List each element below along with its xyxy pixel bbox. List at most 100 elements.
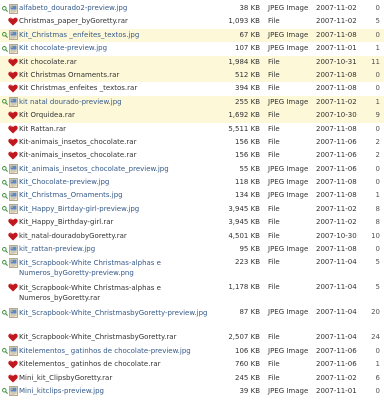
file-row[interactable]: Kit chocolate-preview.jpg 107 KB JPEG Imag… [0, 42, 384, 55]
file-date: 2007-11-02 [316, 97, 357, 106]
file-name-link[interactable]: kit_rattan-preview.jpg [19, 243, 209, 256]
file-row[interactable]: Kitelementos_ gatinhos de chocolate-prev… [0, 345, 384, 358]
file-type: JPEG Image [268, 245, 309, 254]
file-name-link[interactable]: Kit Christmas_enfeites _textos.rar [19, 82, 209, 95]
file-name-link[interactable]: Mini_kit_ClipsbyGoretty.rar [19, 372, 209, 385]
file-row[interactable]: Kit_Scrapbook-White_ChristmasbyGoretty-p… [0, 306, 384, 331]
file-name-link[interactable]: Kit chocolate.rar [19, 56, 209, 69]
file-row[interactable]: Kitelementos_ gatinhos de chocolate.rar 7… [0, 358, 384, 371]
preview-magnifier-icon [2, 166, 8, 173]
download-count: 0 [375, 84, 380, 93]
file-row[interactable]: Kit_Christmas _enfeites_textos.jpg 67 KB J… [0, 28, 384, 43]
file-type: JPEG Image [268, 30, 309, 39]
file-date: 2007-11-08 [316, 124, 357, 133]
download-count: 0 [375, 30, 380, 39]
file-name-link[interactable]: Kitelementos_ gatinhos de chocolate.rar [19, 358, 209, 371]
file-row[interactable]: Kit_Christmas_Ornaments.jpg 134 KB JPEG Im… [0, 189, 384, 202]
file-row[interactable]: Kit-animais_insetos_chocolate.rar 156 KB F… [0, 136, 384, 149]
file-size: 1,692 KB [228, 111, 260, 120]
file-date: 2007-11-06 [316, 360, 357, 369]
file-row[interactable]: Mini_kit_ClipsbyGoretty.rar 245 KB File 200… [0, 372, 384, 385]
file-size: 1,984 KB [228, 57, 260, 66]
file-row[interactable]: Kit-animais_insetos_chocolate.rar 156 KB F… [0, 149, 384, 162]
file-row[interactable]: alfabeto_dourado2-preview.jpg 38 KB JPEG I… [0, 2, 384, 15]
file-size: 2,507 KB [228, 333, 260, 342]
file-row[interactable]: Kit Christmas_enfeites _textos.rar 394 KB… [0, 82, 384, 95]
preview-magnifier-icon [2, 5, 8, 12]
file-name-link[interactable]: Kit chocolate-preview.jpg [19, 42, 209, 55]
file-type: File [268, 333, 280, 342]
download-count: 1 [375, 191, 380, 200]
file-name-link[interactable]: Kitelementos_ gatinhos de chocolate-prev… [19, 345, 209, 358]
rar-heart-icon [2, 331, 18, 344]
file-size: 39 KB [239, 386, 260, 395]
file-row[interactable]: Kit Christmas Ornaments.rar 512 KB File 200… [0, 68, 384, 83]
file-name-link[interactable]: Kit_animais_insetos_chocolate_preview.jp… [19, 163, 209, 176]
file-name-link[interactable]: Kit Christmas Ornaments.rar [19, 69, 209, 82]
file-row[interactable]: Kit_Scrapbook-White_ChristmasbyGoretty.r… [0, 331, 384, 344]
file-name-link[interactable]: Mini_kitclips-preview.jpg [19, 385, 209, 398]
file-row[interactable]: Mini_kitclips-preview.jpg 39 KB JPEG Image… [0, 385, 384, 398]
file-type: File [268, 360, 280, 369]
file-row[interactable]: kit_rattan-preview.jpg 95 KB JPEG Image 200… [0, 243, 384, 256]
file-row[interactable]: Kit_Scrapbook-White Christmas-alphas e N… [0, 281, 384, 306]
file-type: JPEG Image [268, 4, 309, 12]
file-name-link[interactable]: Kit_Scrapbook-White Christmas-alphas e N… [19, 283, 227, 303]
file-name-link[interactable]: kit_natal-douradobyGoretty.rar [19, 230, 209, 243]
file-size: 5,511 KB [228, 124, 260, 133]
download-count: 11 [371, 57, 380, 66]
jpeg-image-icon [2, 203, 18, 216]
preview-magnifier-icon [2, 99, 8, 106]
file-name-link[interactable]: Kit_Scrapbook-White Christmas-alphas e N… [19, 258, 227, 278]
rar-heart-icon [2, 109, 18, 122]
file-row[interactable]: Kit chocolate.rar 1,984 KB File 2007-10-31 1… [0, 55, 384, 69]
jpeg-image-icon [2, 15, 18, 28]
file-name-link[interactable]: Kit_Chocolate-preview.jpg [19, 176, 209, 189]
rar-heart-icon [2, 216, 18, 229]
download-count: 5 [375, 283, 380, 292]
file-name-link[interactable]: Kit_Happy_Birtday-girl-preview.jpg [19, 203, 209, 216]
rar-heart-icon [2, 82, 18, 95]
file-size: 255 KB [235, 97, 260, 106]
file-size: 134 KB [235, 191, 260, 200]
download-count: 2 [375, 151, 380, 160]
file-row[interactable]: Kit_Happy_Birthday-girl.rar 3,945 KB File 2… [0, 216, 384, 229]
file-name-link[interactable]: Kit_Scrapbook-White_ChristmasbyGoretty-p… [19, 308, 227, 318]
download-count: 0 [375, 245, 380, 254]
file-size: 3,945 KB [228, 204, 260, 213]
file-row[interactable]: Kit Rattan.rar 5,511 KB File 2007-11-08 0 [0, 123, 384, 136]
file-date: 2007-11-02 [316, 17, 357, 26]
file-row[interactable]: kit_natal-douradobyGoretty.rar 4,501 KB Fi… [0, 230, 384, 243]
file-size: 38 KB [239, 4, 260, 12]
file-name-link[interactable]: Christmas_paper_byGoretty.rar [19, 15, 209, 28]
file-name-link[interactable]: Kit_Christmas_Ornaments.jpg [19, 189, 209, 202]
file-type: File [268, 373, 280, 382]
file-row[interactable]: Kit_Scrapbook-White Christmas-alphas e N… [0, 256, 384, 281]
file-name-link[interactable]: Kit-animais_insetos_chocolate.rar [19, 136, 209, 149]
preview-magnifier-icon [2, 259, 8, 266]
file-type: JPEG Image [268, 44, 309, 53]
file-row[interactable]: Kit Orquidea.rar 1,692 KB File 2007-10-30 9 [0, 109, 384, 123]
file-name-link[interactable]: Kit Rattan.rar [19, 123, 209, 136]
file-row[interactable]: Kit_Happy_Birtday-girl-preview.jpg 3,945 … [0, 203, 384, 216]
file-name-link[interactable]: Kit-animais_insetos_chocolate.rar [19, 149, 209, 162]
file-name-link[interactable]: kit natal dourado-preview.jpg [19, 96, 209, 109]
file-name-link[interactable]: Kit_Happy_Birthday-girl.rar [19, 216, 209, 229]
file-size: 118 KB [235, 178, 260, 187]
file-date: 2007-11-06 [316, 346, 357, 355]
file-name-link[interactable]: Kit_Scrapbook-White_ChristmasbyGoretty.r… [19, 331, 209, 344]
rar-heart-icon [2, 372, 18, 385]
file-name-link[interactable]: Kit Orquidea.rar [19, 109, 209, 122]
file-type: File [268, 137, 280, 146]
file-date: 2007-11-02 [316, 373, 357, 382]
file-name-link[interactable]: Kit_Christmas _enfeites_textos.jpg [19, 29, 209, 42]
file-list: alfabeto_dourado2-preview.jpg 38 KB JPEG I… [0, 2, 384, 398]
jpeg-image-icon [2, 42, 18, 55]
file-row[interactable]: Kit_animais_insetos_chocolate_preview.jp… [0, 163, 384, 176]
file-row[interactable]: Christmas_paper_byGoretty.rar 1,093 KB Fil… [0, 15, 384, 28]
file-type: JPEG Image [268, 178, 309, 187]
file-name-link[interactable]: alfabeto_dourado2-preview.jpg [19, 2, 209, 15]
file-size: 512 KB [235, 70, 260, 79]
file-row[interactable]: Kit_Chocolate-preview.jpg 118 KB JPEG Imag… [0, 176, 384, 189]
file-row[interactable]: kit natal dourado-preview.jpg 255 KB JPEG … [0, 95, 384, 110]
